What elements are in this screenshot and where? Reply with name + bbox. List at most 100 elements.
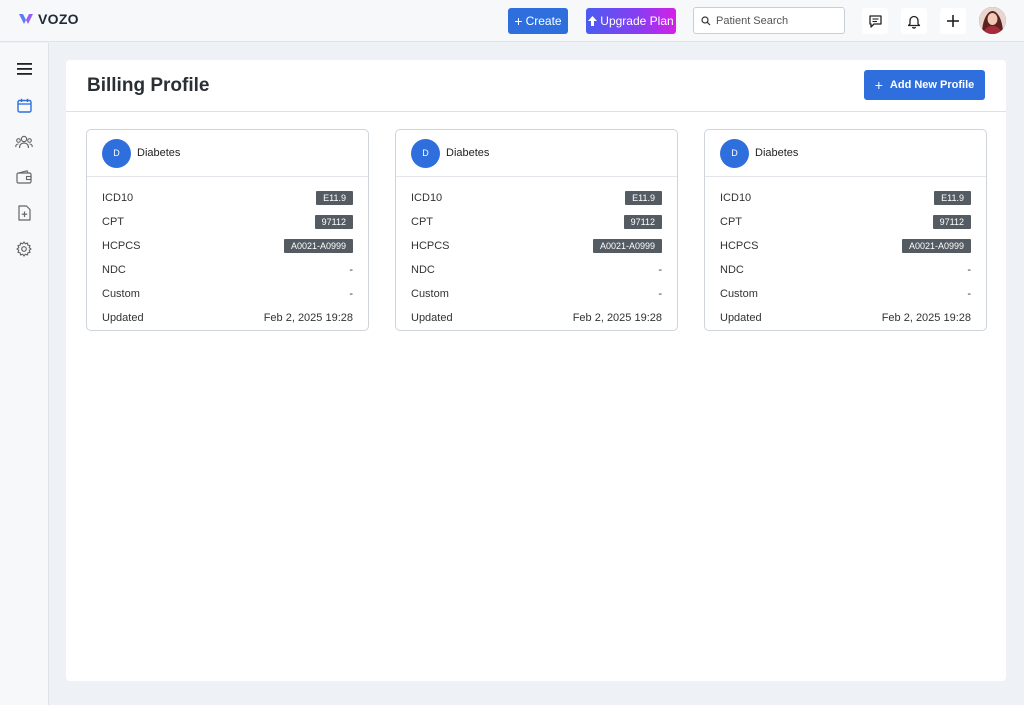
code-badge: E11.9 — [934, 191, 971, 205]
row-value: - — [349, 288, 353, 300]
notifications-button[interactable] — [901, 8, 927, 34]
sidebar-item-calendar[interactable] — [15, 96, 33, 114]
add-new-profile-label: Add New Profile — [889, 79, 975, 91]
search-icon — [701, 15, 711, 25]
users-icon — [15, 135, 33, 149]
gear-icon — [16, 241, 32, 257]
sidebar — [0, 43, 49, 705]
row-value: - — [658, 264, 662, 276]
sidebar-item-settings[interactable] — [15, 240, 33, 258]
card-row-hcpcs: HCPCS A0021-A0999 — [102, 234, 353, 258]
row-value: - — [658, 288, 662, 300]
row-label: ICD10 — [411, 192, 443, 204]
updated-timestamp: Feb 2, 2025 19:28 — [572, 312, 662, 324]
upgrade-plan-button[interactable]: Upgrade Plan — [586, 8, 676, 34]
code-badge: A0021-A0999 — [283, 239, 353, 253]
card-header: D Diabetes — [396, 130, 677, 177]
card-row-custom: Custom - — [411, 282, 662, 306]
user-avatar[interactable] — [979, 7, 1006, 34]
code-badge: 97112 — [623, 215, 662, 229]
card-row-ndc: NDC - — [102, 258, 353, 282]
row-label: NDC — [720, 264, 744, 276]
card-row-updated: Updated Feb 2, 2025 19:28 — [720, 306, 971, 330]
row-label: CPT — [720, 216, 742, 228]
row-label: ICD10 — [102, 192, 134, 204]
profile-card-list: D Diabetes ICD10 E11.9 CPT 97112 HCPCS A002… — [86, 129, 987, 331]
card-row-hcpcs: HCPCS A0021-A0999 — [720, 234, 971, 258]
code-badge: A0021-A0999 — [901, 239, 971, 253]
row-label: CPT — [102, 216, 124, 228]
chat-icon — [868, 14, 882, 28]
profile-card[interactable]: D Diabetes ICD10 E11.9 CPT 97112 HCPCS A002… — [704, 129, 987, 331]
row-label: HCPCS — [102, 240, 141, 252]
card-avatar: D — [102, 138, 131, 168]
row-label: Updated — [411, 312, 453, 324]
code-badge: 97112 — [314, 215, 353, 229]
card-row-cpt: CPT 97112 — [411, 210, 662, 234]
sidebar-item-menu[interactable] — [15, 60, 33, 78]
card-row-custom: Custom - — [720, 282, 971, 306]
card-header: D Diabetes — [87, 130, 368, 177]
code-badge: E11.9 — [625, 191, 662, 205]
updated-timestamp: Feb 2, 2025 19:28 — [263, 312, 353, 324]
row-label: CPT — [411, 216, 433, 228]
card-row-icd10: ICD10 E11.9 — [720, 186, 971, 210]
calendar-icon — [16, 98, 32, 113]
card-row-cpt: CPT 97112 — [720, 210, 971, 234]
row-label: Custom — [411, 288, 449, 300]
row-label: Custom — [102, 288, 140, 300]
sidebar-item-billing[interactable] — [15, 168, 33, 186]
row-value: - — [967, 264, 971, 276]
profile-card[interactable]: D Diabetes ICD10 E11.9 CPT 97112 HCPCS A002… — [395, 129, 678, 331]
row-label: Updated — [102, 312, 144, 324]
card-avatar: D — [720, 138, 749, 168]
card-row-hcpcs: HCPCS A0021-A0999 — [411, 234, 662, 258]
card-body: ICD10 E11.9 CPT 97112 HCPCS A0021-A0999 NDC… — [705, 177, 986, 330]
row-label: ICD10 — [720, 192, 752, 204]
create-button[interactable]: + Create — [508, 8, 568, 34]
card-row-custom: Custom - — [102, 282, 353, 306]
page-header: Billing Profile + Add New Profile — [66, 60, 1006, 112]
page-title: Billing Profile — [87, 75, 210, 96]
plus-icon: + — [514, 13, 523, 29]
code-badge: A0021-A0999 — [592, 239, 662, 253]
arrow-up-icon — [588, 16, 598, 26]
plus-icon — [947, 15, 959, 27]
sidebar-item-documents[interactable] — [15, 204, 33, 222]
logo-text: VOZO — [38, 11, 79, 27]
card-row-cpt: CPT 97112 — [102, 210, 353, 234]
updated-timestamp: Feb 2, 2025 19:28 — [881, 312, 971, 324]
top-bar: VOZO + Create Upgrade Plan — [0, 0, 1024, 42]
row-label: HCPCS — [411, 240, 450, 252]
card-row-ndc: NDC - — [720, 258, 971, 282]
card-title: Diabetes — [137, 147, 181, 159]
quick-add-button[interactable] — [940, 8, 966, 34]
vozo-logo-icon — [19, 14, 33, 24]
card-avatar: D — [411, 138, 440, 168]
code-badge: 97112 — [932, 215, 971, 229]
card-body: ICD10 E11.9 CPT 97112 HCPCS A0021-A0999 NDC… — [87, 177, 368, 330]
bell-icon — [907, 15, 921, 29]
card-row-ndc: NDC - — [411, 258, 662, 282]
card-title: Diabetes — [446, 147, 490, 159]
row-label: NDC — [411, 264, 435, 276]
profile-card[interactable]: D Diabetes ICD10 E11.9 CPT 97112 HCPCS A002… — [86, 129, 369, 331]
patient-search[interactable] — [693, 7, 845, 34]
search-input[interactable] — [716, 14, 836, 27]
add-new-profile-button[interactable]: + Add New Profile — [864, 70, 985, 100]
row-label: HCPCS — [720, 240, 759, 252]
menu-icon — [16, 63, 32, 75]
row-label: NDC — [102, 264, 126, 276]
card-row-icd10: ICD10 E11.9 — [411, 186, 662, 210]
card-header: D Diabetes — [705, 130, 986, 177]
card-row-updated: Updated Feb 2, 2025 19:28 — [411, 306, 662, 330]
document-add-icon — [17, 205, 31, 221]
wallet-icon — [16, 170, 32, 184]
row-label: Updated — [720, 312, 762, 324]
main-panel: Billing Profile + Add New Profile D Diab… — [66, 60, 1006, 681]
row-label: Custom — [720, 288, 758, 300]
app-logo[interactable]: VOZO — [18, 11, 79, 27]
code-badge: E11.9 — [316, 191, 353, 205]
messages-button[interactable] — [862, 8, 888, 34]
sidebar-item-patients[interactable] — [15, 133, 33, 151]
